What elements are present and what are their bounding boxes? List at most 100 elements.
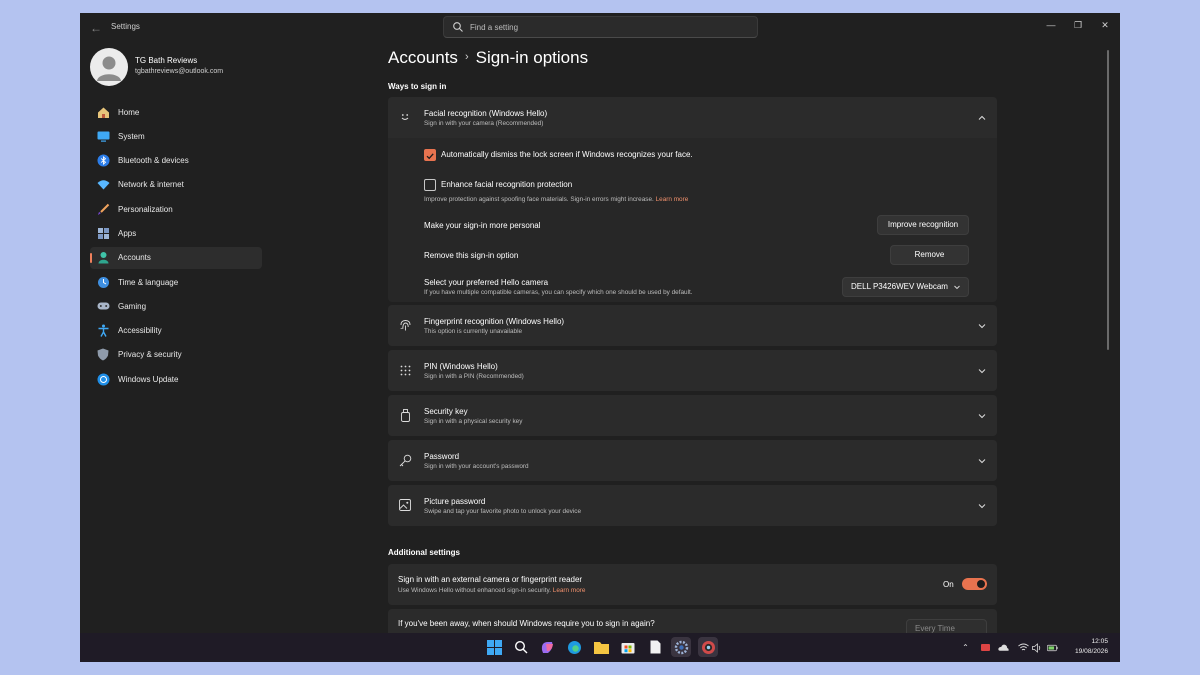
- search-box[interactable]: [443, 16, 758, 38]
- camera-app-icon[interactable]: [698, 637, 718, 657]
- card-title: If you've been away, when should Windows…: [398, 619, 655, 628]
- key-icon: [398, 453, 412, 467]
- smile-face-icon: [398, 110, 412, 124]
- search-icon[interactable]: [511, 637, 531, 657]
- battery-icon[interactable]: [1047, 642, 1058, 653]
- sidebar-item-label: Privacy & security: [118, 350, 182, 360]
- shield-icon: [96, 348, 110, 362]
- sidebar-item-accessibility[interactable]: Accessibility: [90, 320, 262, 342]
- brush-icon: [96, 202, 110, 216]
- card-title: PIN (Windows Hello): [424, 362, 498, 371]
- sidebar-item-label: Apps: [118, 228, 137, 238]
- sidebar-item-personalization[interactable]: Personalization: [90, 198, 262, 220]
- facial-recognition-card[interactable]: Facial recognition (Windows Hello) Sign …: [388, 97, 997, 138]
- title-bar: ← Settings — ❐ ✕: [80, 13, 1120, 43]
- sidebar-item-windows-update[interactable]: Windows Update: [90, 368, 262, 390]
- breadcrumb-parent[interactable]: Accounts: [388, 48, 458, 67]
- fingerprint-card[interactable]: Fingerprint recognition (Windows Hello) …: [388, 305, 997, 346]
- minimize-button[interactable]: —: [1039, 17, 1063, 33]
- maximize-button[interactable]: ❐: [1066, 17, 1090, 33]
- sidebar-item-bluetooth[interactable]: Bluetooth & devices: [90, 150, 262, 172]
- sidebar-item-privacy[interactable]: Privacy & security: [90, 344, 262, 366]
- camera-select-description: If you have multiple compatible cameras,…: [424, 289, 693, 296]
- learn-more-link[interactable]: Learn more: [656, 196, 689, 203]
- windows-start-icon[interactable]: [484, 637, 504, 657]
- card-subtitle: Sign in with your account's password: [424, 463, 529, 470]
- user-name: TG Bath Reviews: [135, 56, 198, 65]
- enhance-protection-label: Enhance facial recognition protection: [441, 180, 573, 189]
- sidebar-item-label: Accounts: [118, 253, 151, 263]
- settings-icon[interactable]: [671, 637, 691, 657]
- system-icon: [96, 129, 110, 143]
- enhance-protection-description: Improve protection against spoofing face…: [424, 196, 688, 203]
- sidebar-item-system[interactable]: System: [90, 125, 262, 147]
- chevron-up-icon[interactable]: [977, 113, 987, 123]
- chevron-up-icon[interactable]: ⌃: [960, 642, 971, 653]
- picture-password-card[interactable]: Picture password Swipe and tap your favo…: [388, 485, 997, 526]
- tray-app-icon[interactable]: [980, 642, 991, 653]
- remove-button[interactable]: Remove: [890, 245, 969, 265]
- file-explorer-icon[interactable]: [591, 637, 611, 657]
- sidebar-item-time-language[interactable]: Time & language: [90, 271, 262, 293]
- person-icon: [96, 251, 110, 265]
- store-icon[interactable]: [618, 637, 638, 657]
- security-key-card[interactable]: Security key Sign in with a physical sec…: [388, 395, 997, 436]
- card-subtitle: Use Windows Hello without enhanced sign-…: [398, 587, 585, 594]
- back-arrow-icon[interactable]: ←: [88, 20, 104, 36]
- chevron-down-icon[interactable]: [977, 321, 987, 331]
- wifi-icon: [96, 178, 110, 192]
- password-card[interactable]: Password Sign in with your account's pas…: [388, 440, 997, 481]
- onedrive-icon[interactable]: [998, 642, 1009, 653]
- sidebar-nav: Home System Bluetooth & devices Network …: [90, 101, 262, 393]
- search-input[interactable]: [470, 20, 750, 35]
- copilot-icon[interactable]: [537, 637, 557, 657]
- accessibility-icon: [96, 324, 110, 338]
- pin-card[interactable]: PIN (Windows Hello) Sign in with a PIN (…: [388, 350, 997, 391]
- require-sign-in-value: Every Time: [915, 624, 956, 633]
- apps-icon: [96, 226, 110, 240]
- fingerprint-icon: [398, 318, 412, 332]
- taskbar: ⌃ 12:05 19/08/2026: [80, 633, 1120, 662]
- chevron-down-icon[interactable]: [977, 366, 987, 376]
- external-camera-card: Sign in with an external camera or finge…: [388, 564, 997, 605]
- bluetooth-icon: [96, 154, 110, 168]
- card-title: Fingerprint recognition (Windows Hello): [424, 317, 565, 326]
- volume-icon[interactable]: [1032, 642, 1043, 653]
- improve-recognition-button[interactable]: Improve recognition: [877, 215, 969, 235]
- chevron-down-icon[interactable]: [977, 411, 987, 421]
- sidebar-item-label: Personalization: [118, 204, 173, 214]
- auto-dismiss-checkbox[interactable]: [424, 149, 436, 161]
- camera-dropdown[interactable]: DELL P3426WEV Webcam: [842, 277, 969, 297]
- sidebar-item-home[interactable]: Home: [90, 101, 262, 123]
- sidebar-item-accounts[interactable]: Accounts: [90, 246, 262, 269]
- clock[interactable]: 12:05 19/08/2026: [1075, 637, 1108, 657]
- sidebar-item-apps[interactable]: Apps: [90, 222, 262, 244]
- edge-icon[interactable]: [564, 637, 584, 657]
- scrollbar[interactable]: [1107, 50, 1109, 350]
- settings-window: ← Settings — ❐ ✕ TG Bath Reviews tgbathr…: [80, 13, 1120, 662]
- facial-recognition-options: Automatically dismiss the lock screen if…: [388, 138, 997, 302]
- enhance-protection-checkbox[interactable]: [424, 179, 436, 191]
- close-button[interactable]: ✕: [1093, 17, 1117, 33]
- sidebar-item-label: Accessibility: [118, 326, 162, 336]
- card-subtitle: Sign in with a PIN (Recommended): [424, 373, 524, 380]
- breadcrumb: Accounts › Sign-in options: [388, 48, 588, 68]
- sidebar-item-label: Gaming: [118, 301, 147, 311]
- wifi-icon[interactable]: [1018, 642, 1029, 653]
- gamepad-icon: [96, 299, 110, 313]
- personalize-label: Make your sign-in more personal: [424, 221, 541, 230]
- sidebar-item-network[interactable]: Network & internet: [90, 174, 262, 196]
- external-camera-desc: Use Windows Hello without enhanced sign-…: [398, 587, 551, 594]
- chevron-down-icon[interactable]: [977, 501, 987, 511]
- section-label-additional: Additional settings: [388, 548, 460, 557]
- learn-more-link[interactable]: Learn more: [553, 587, 586, 594]
- notepad-icon[interactable]: [645, 637, 665, 657]
- external-camera-toggle[interactable]: [962, 578, 987, 590]
- sidebar-item-label: Bluetooth & devices: [118, 156, 189, 166]
- card-subtitle: Sign in with a physical security key: [424, 418, 523, 425]
- remove-option-label: Remove this sign-in option: [424, 251, 519, 260]
- sidebar-item-gaming[interactable]: Gaming: [90, 295, 262, 317]
- sidebar-item-label: System: [118, 131, 145, 141]
- avatar: [90, 48, 128, 86]
- chevron-down-icon[interactable]: [977, 456, 987, 466]
